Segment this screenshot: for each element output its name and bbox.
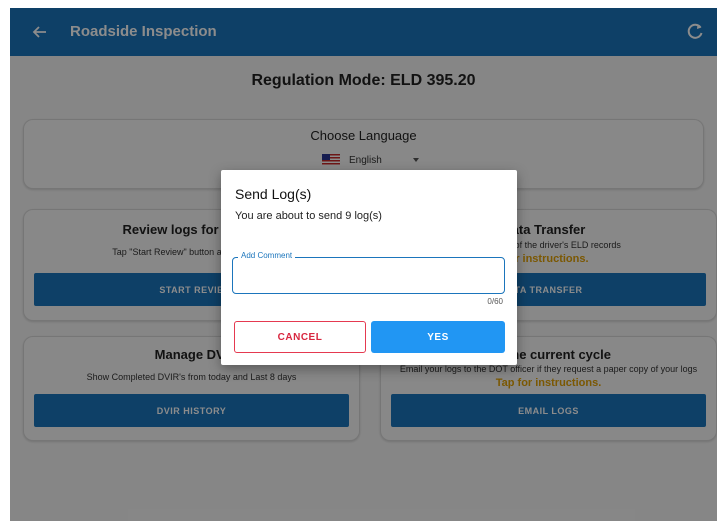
comment-input[interactable] (237, 262, 501, 290)
dialog-title: Send Log(s) (235, 186, 312, 202)
comment-field-label: Add Comment (238, 251, 296, 260)
comment-character-counter: 0/60 (487, 297, 503, 306)
yes-button[interactable]: YES (371, 321, 505, 353)
send-logs-dialog: Send Log(s) You are about to send 9 log(… (221, 170, 517, 365)
app-screen: Roadside Inspection Regulation Mode: ELD… (10, 8, 717, 521)
cancel-button[interactable]: CANCEL (234, 321, 366, 353)
comment-field: Add Comment (232, 251, 505, 294)
dialog-message: You are about to send 9 log(s) (235, 210, 382, 222)
